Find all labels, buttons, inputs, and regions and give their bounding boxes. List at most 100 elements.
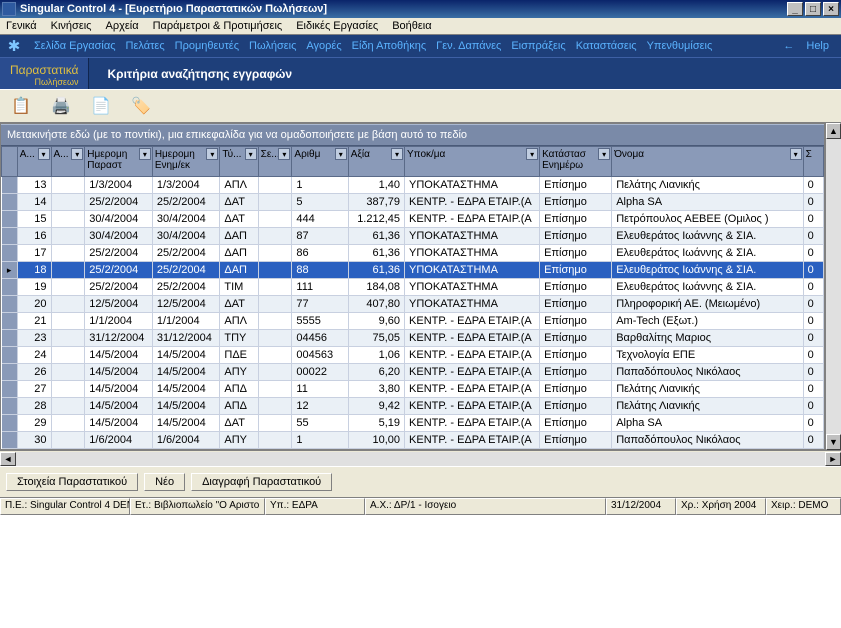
grid-cell[interactable]: [258, 347, 292, 364]
grid-cell[interactable]: 1/6/2004: [152, 432, 220, 449]
details-button[interactable]: Στοιχεία Παραστατικού: [6, 473, 138, 491]
submenu-item[interactable]: Πελάτες: [126, 40, 165, 52]
grid-cell[interactable]: 0: [803, 432, 823, 449]
column-header[interactable]: Σε...▾: [258, 147, 292, 177]
table-row[interactable]: 2614/5/200414/5/2004ΑΠΥ000226,20ΚΕΝΤΡ. -…: [2, 364, 824, 381]
submenu-item[interactable]: Εισπράξεις: [511, 40, 565, 52]
column-header[interactable]: Αριθμ▾: [292, 147, 348, 177]
grid-cell[interactable]: Επίσημο: [540, 398, 612, 415]
grid-cell[interactable]: Ελευθεράτος Ιωάννης & ΣΙΑ.: [612, 228, 803, 245]
grid-cell[interactable]: 61,36: [348, 228, 404, 245]
grid-cell[interactable]: Παπαδόπουλος Νικόλαος: [612, 432, 803, 449]
filter-dropdown-icon[interactable]: ▾: [526, 148, 538, 160]
grid-cell[interactable]: [51, 330, 85, 347]
grid-cell[interactable]: 55: [292, 415, 348, 432]
preview-icon[interactable]: 📄: [88, 94, 114, 118]
table-row[interactable]: 2414/5/200414/5/2004ΠΔΕ0045631,06ΚΕΝΤΡ. …: [2, 347, 824, 364]
grid-cell[interactable]: 16: [17, 228, 51, 245]
grid-cell[interactable]: 14/5/2004: [152, 364, 220, 381]
grid-cell[interactable]: 30: [17, 432, 51, 449]
grid-cell[interactable]: 31/12/2004: [152, 330, 220, 347]
star-icon[interactable]: ✱: [4, 37, 24, 55]
grid-cell[interactable]: Επίσημο: [540, 262, 612, 279]
grid-cell[interactable]: ΔΑΠ: [220, 245, 258, 262]
grid-cell[interactable]: Επίσημο: [540, 381, 612, 398]
grid-cell[interactable]: 18: [17, 262, 51, 279]
menu-item[interactable]: Κινήσεις: [51, 20, 92, 32]
grid-cell[interactable]: ΚΕΝΤΡ. - ΕΔΡΑ ΕΤΑΙΡ.(Α: [405, 211, 540, 228]
grid-cell[interactable]: ΠΔΕ: [220, 347, 258, 364]
column-header[interactable]: Α...▾: [17, 147, 51, 177]
grid-cell[interactable]: ΚΕΝΤΡ. - ΕΔΡΑ ΕΤΑΙΡ.(Α: [405, 364, 540, 381]
grid-cell[interactable]: ΑΠΥ: [220, 364, 258, 381]
grid-cell[interactable]: 25/2/2004: [152, 279, 220, 296]
grid-cell[interactable]: ΚΕΝΤΡ. - ΕΔΡΑ ΕΤΑΙΡ.(Α: [405, 398, 540, 415]
grid-cell[interactable]: Τεχνολογία ΕΠΕ: [612, 347, 803, 364]
grid-cell[interactable]: [258, 364, 292, 381]
grid-cell[interactable]: ΔΑΠ: [220, 262, 258, 279]
grid-cell[interactable]: ΥΠΟΚΑΤΑΣΤΗΜΑ: [405, 279, 540, 296]
grid-cell[interactable]: 1/1/2004: [152, 313, 220, 330]
grid-cell[interactable]: 0: [803, 313, 823, 330]
grid-cell[interactable]: [51, 245, 85, 262]
grid-cell[interactable]: 30/4/2004: [152, 211, 220, 228]
grid-cell[interactable]: 86: [292, 245, 348, 262]
grid-cell[interactable]: 14/5/2004: [152, 347, 220, 364]
grid-cell[interactable]: ΤΠΥ: [220, 330, 258, 347]
grid-cell[interactable]: ΔΑΤ: [220, 211, 258, 228]
grid-cell[interactable]: ΥΠΟΚΑΤΑΣΤΗΜΑ: [405, 228, 540, 245]
close-button[interactable]: ×: [823, 2, 839, 16]
grid-cell[interactable]: 1,06: [348, 347, 404, 364]
submenu-item[interactable]: Υπενθυμίσεις: [647, 40, 713, 52]
copy-icon[interactable]: 📋: [8, 94, 34, 118]
grid-cell[interactable]: ΑΠΛ: [220, 313, 258, 330]
column-header[interactable]: Υποκ/μα▾: [405, 147, 540, 177]
grid-cell[interactable]: Ελευθεράτος Ιωάννης & ΣΙΑ.: [612, 262, 803, 279]
grid-cell[interactable]: 14/5/2004: [85, 364, 153, 381]
grid-cell[interactable]: Ελευθεράτος Ιωάννης & ΣΙΑ.: [612, 245, 803, 262]
grid-cell[interactable]: 61,36: [348, 245, 404, 262]
table-row[interactable]: 1725/2/200425/2/2004ΔΑΠ8661,36ΥΠΟΚΑΤΑΣΤΗ…: [2, 245, 824, 262]
grid-cell[interactable]: 0: [803, 415, 823, 432]
table-row[interactable]: 2914/5/200414/5/2004ΔΑΤ555,19ΚΕΝΤΡ. - ΕΔ…: [2, 415, 824, 432]
grid-cell[interactable]: [51, 398, 85, 415]
grid-cell[interactable]: 0: [803, 398, 823, 415]
table-row[interactable]: 2331/12/200431/12/2004ΤΠΥ0445675,05ΚΕΝΤΡ…: [2, 330, 824, 347]
grid-cell[interactable]: [51, 194, 85, 211]
grid-cell[interactable]: 1/6/2004: [85, 432, 153, 449]
grid-cell[interactable]: [258, 177, 292, 194]
grid-cell[interactable]: 12/5/2004: [85, 296, 153, 313]
grid-cell[interactable]: 28: [17, 398, 51, 415]
grid-cell[interactable]: ΑΠΔ: [220, 398, 258, 415]
grid-cell[interactable]: 0: [803, 211, 823, 228]
grid-cell[interactable]: 04456: [292, 330, 348, 347]
menu-item[interactable]: Αρχεία: [105, 20, 138, 32]
grid-cell[interactable]: 407,80: [348, 296, 404, 313]
grid-cell[interactable]: 25/2/2004: [85, 245, 153, 262]
filter-dropdown-icon[interactable]: ▾: [38, 148, 50, 160]
new-button[interactable]: Νέο: [144, 473, 185, 491]
table-row[interactable]: 2714/5/200414/5/2004ΑΠΔ113,80ΚΕΝΤΡ. - ΕΔ…: [2, 381, 824, 398]
grid-cell[interactable]: ΚΕΝΤΡ. - ΕΔΡΑ ΕΤΑΙΡ.(Α: [405, 330, 540, 347]
filter-dropdown-icon[interactable]: ▾: [790, 148, 802, 160]
column-header[interactable]: Σ: [803, 147, 823, 177]
vertical-scrollbar[interactable]: ▲ ▼: [825, 123, 841, 450]
grid-cell[interactable]: Επίσημο: [540, 313, 612, 330]
grid-cell[interactable]: 20: [17, 296, 51, 313]
grid-cell[interactable]: [51, 211, 85, 228]
grid-cell[interactable]: 0: [803, 262, 823, 279]
table-row[interactable]: 1630/4/200430/4/2004ΔΑΠ8761,36ΥΠΟΚΑΤΑΣΤΗ…: [2, 228, 824, 245]
grid-cell[interactable]: 444: [292, 211, 348, 228]
grid-cell[interactable]: 25/2/2004: [152, 194, 220, 211]
grid-cell[interactable]: ΥΠΟΚΑΤΑΣΤΗΜΑ: [405, 296, 540, 313]
grid-cell[interactable]: 00022: [292, 364, 348, 381]
grid-cell[interactable]: 19: [17, 279, 51, 296]
print-icon[interactable]: 🖨️: [48, 94, 74, 118]
filter-dropdown-icon[interactable]: ▾: [245, 148, 257, 160]
grid-cell[interactable]: 0: [803, 177, 823, 194]
grid-cell[interactable]: ΚΕΝΤΡ. - ΕΔΡΑ ΕΤΑΙΡ.(Α: [405, 415, 540, 432]
help-link[interactable]: Help: [806, 40, 829, 52]
filter-dropdown-icon[interactable]: ▾: [335, 148, 347, 160]
grid-cell[interactable]: 14/5/2004: [152, 398, 220, 415]
grid-cell[interactable]: 1/1/2004: [85, 313, 153, 330]
